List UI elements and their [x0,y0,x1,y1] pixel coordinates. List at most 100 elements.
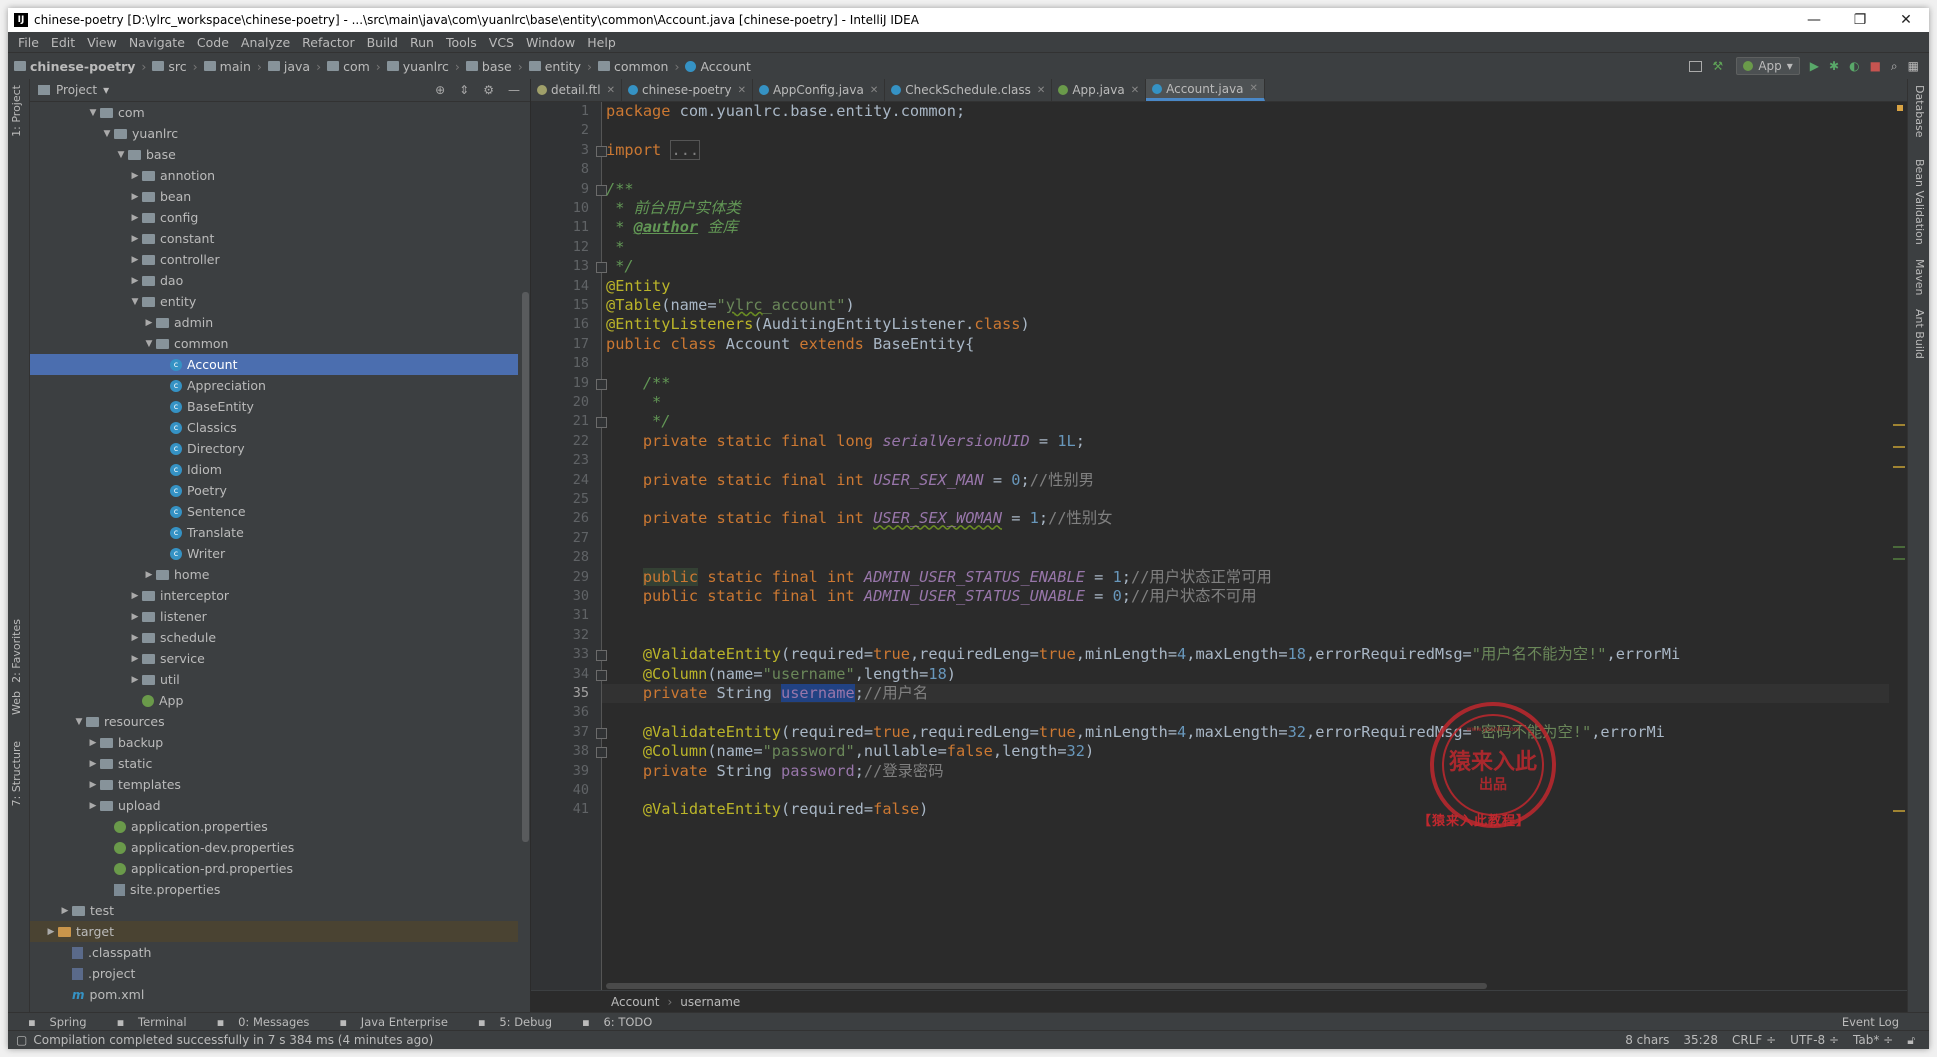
code-line[interactable]: * [602,393,1889,412]
breadcrumb-item[interactable]: chinese-poetry › [14,59,146,74]
code-line[interactable]: public class Account extends BaseEntity{ [602,335,1889,354]
code-line[interactable]: @Column(name="username",length=18) [602,665,1889,684]
code-area[interactable]: package com.yuanlrc.base.entity.common; i… [602,102,1889,991]
warning-marker[interactable] [1893,810,1905,812]
maven-tool-tab[interactable]: Maven [1913,259,1926,295]
collapse-arrow-icon[interactable]: ▶ [142,570,156,580]
tab-detail-ftl[interactable]: detail.ftl ✕ [531,79,622,101]
indent-setting[interactable]: Tab* ÷ [1853,1033,1893,1048]
warning-marker[interactable] [1893,424,1905,426]
tree-node[interactable]: ▼ common [30,333,518,354]
status-toggle-icon[interactable]: ▢ [16,1033,27,1047]
tree-node[interactable]: ▶ service [30,648,518,669]
warning-marker[interactable] [1893,446,1905,448]
code-line[interactable]: public static final int ADMIN_USER_STATU… [602,587,1889,606]
tree-node[interactable]: application-dev.properties [30,837,518,858]
collapse-arrow-icon[interactable]: ▶ [128,612,142,622]
change-marker[interactable] [1893,558,1905,560]
code-line[interactable]: private static final int USER_SEX_WOMAN … [602,509,1889,528]
code-line[interactable] [602,606,1889,625]
menu-tools[interactable]: Tools [446,35,477,50]
close-icon[interactable]: ✕ [1131,85,1139,96]
breadcrumb-item[interactable]: yuanlrc › [386,59,460,74]
tree-node[interactable]: ▶ test [30,900,518,921]
breadcrumb-item[interactable]: base › [465,59,523,74]
tree-node[interactable]: c Classics [30,417,518,438]
lock-icon[interactable]: 🔓︎ [1907,1033,1915,1048]
tool-window-5-debug[interactable]: ▪ 5: Debug [468,1015,552,1029]
expand-arrow-icon[interactable]: ▼ [86,108,100,118]
code-line[interactable] [602,548,1889,567]
code-line[interactable]: @Column(name="password",nullable=false,l… [602,742,1889,761]
tree-node[interactable]: App [30,690,518,711]
code-line[interactable]: /** [602,180,1889,199]
menu-build[interactable]: Build [367,35,398,50]
collapse-arrow-icon[interactable]: ▶ [58,906,72,916]
menu-run[interactable]: Run [410,35,434,50]
collapse-arrow-icon[interactable]: ▶ [44,927,58,937]
tab-appconfig-java[interactable]: AppConfig.java ✕ [753,79,886,101]
tree-node[interactable]: application.properties [30,816,518,837]
tab-checkschedule-class[interactable]: CheckSchedule.class ✕ [885,79,1053,101]
tree-node[interactable]: c Poetry [30,480,518,501]
gear-icon[interactable]: ⚙ [483,83,494,97]
tree-node[interactable]: ▶ interceptor [30,585,518,606]
breadcrumb-item[interactable]: src › [152,59,198,74]
breadcrumb-item[interactable]: main › [203,59,262,74]
code-line[interactable]: /** [602,374,1889,393]
debug-icon[interactable]: ✱ [1829,59,1839,73]
tree-node[interactable]: application-prd.properties [30,858,518,879]
web-tool-tab[interactable]: Web [10,691,23,715]
tree-node[interactable]: ▶ bean [30,186,518,207]
collapse-arrow-icon[interactable]: ▶ [128,591,142,601]
structure-icon[interactable]: ▦ [1908,59,1919,73]
code-line[interactable]: */ [602,257,1889,276]
editor-scrollbar[interactable] [1889,102,1907,991]
menu-vcs[interactable]: VCS [489,35,514,50]
menu-analyze[interactable]: Analyze [241,35,290,50]
tree-node[interactable]: ▶ annotion [30,165,518,186]
tree-node[interactable]: c Account [30,354,518,375]
ant-build-tool-tab[interactable]: Ant Build [1913,309,1926,359]
code-line[interactable]: */ [602,412,1889,431]
code-line[interactable]: @Entity [602,277,1889,296]
project-tool-tab[interactable]: 1: Project [10,85,23,137]
code-line[interactable]: * @author 金库 [602,218,1889,237]
breadcrumb-item[interactable]: entity › [528,59,592,74]
breadcrumb-class[interactable]: Account [611,995,659,1009]
collapse-arrow-icon[interactable]: ▶ [128,171,142,181]
tree-node[interactable]: c Writer [30,543,518,564]
close-icon[interactable]: ✕ [607,85,615,96]
file-encoding[interactable]: UTF-8 ÷ [1790,1033,1839,1048]
breadcrumb-item[interactable]: java › [267,59,321,74]
tree-node[interactable]: c Sentence [30,501,518,522]
tab-app-java[interactable]: App.java ✕ [1052,79,1147,101]
tree-node[interactable]: .classpath [30,942,518,963]
collapse-arrow-icon[interactable]: ▶ [128,255,142,265]
expand-arrow-icon[interactable]: ▼ [114,150,128,160]
collapse-arrow-icon[interactable]: ▶ [128,654,142,664]
warning-marker[interactable] [1893,466,1905,468]
tab-chinese-poetry[interactable]: chinese-poetry ✕ [622,79,753,101]
tool-window-6-todo[interactable]: ▪ 6: TODO [572,1015,652,1029]
project-view-select[interactable]: Project [56,83,97,97]
tree-node[interactable]: ▼ base [30,144,518,165]
locate-icon[interactable]: ⊕ [435,83,445,97]
tree-node[interactable]: ▶ upload [30,795,518,816]
inspection-status-icon[interactable] [1897,105,1903,111]
breadcrumb-item[interactable]: common › [598,59,679,74]
menu-file[interactable]: File [18,35,39,50]
collapse-arrow-icon[interactable]: ▶ [128,192,142,202]
expand-arrow-icon[interactable]: ▼ [128,297,142,307]
code-line[interactable]: private String password;//登录密码 [602,762,1889,781]
tree-node[interactable]: ▶ home [30,564,518,585]
tree-node[interactable]: ▶ admin [30,312,518,333]
expand-arrow-icon[interactable]: ▼ [72,717,86,727]
code-line[interactable] [602,626,1889,645]
tree-node[interactable]: c BaseEntity [30,396,518,417]
tree-node[interactable]: c Directory [30,438,518,459]
tree-node[interactable]: c Translate [30,522,518,543]
tree-node[interactable]: ▶ listener [30,606,518,627]
tree-node[interactable]: ▶ controller [30,249,518,270]
hide-icon[interactable]: — [508,83,520,97]
